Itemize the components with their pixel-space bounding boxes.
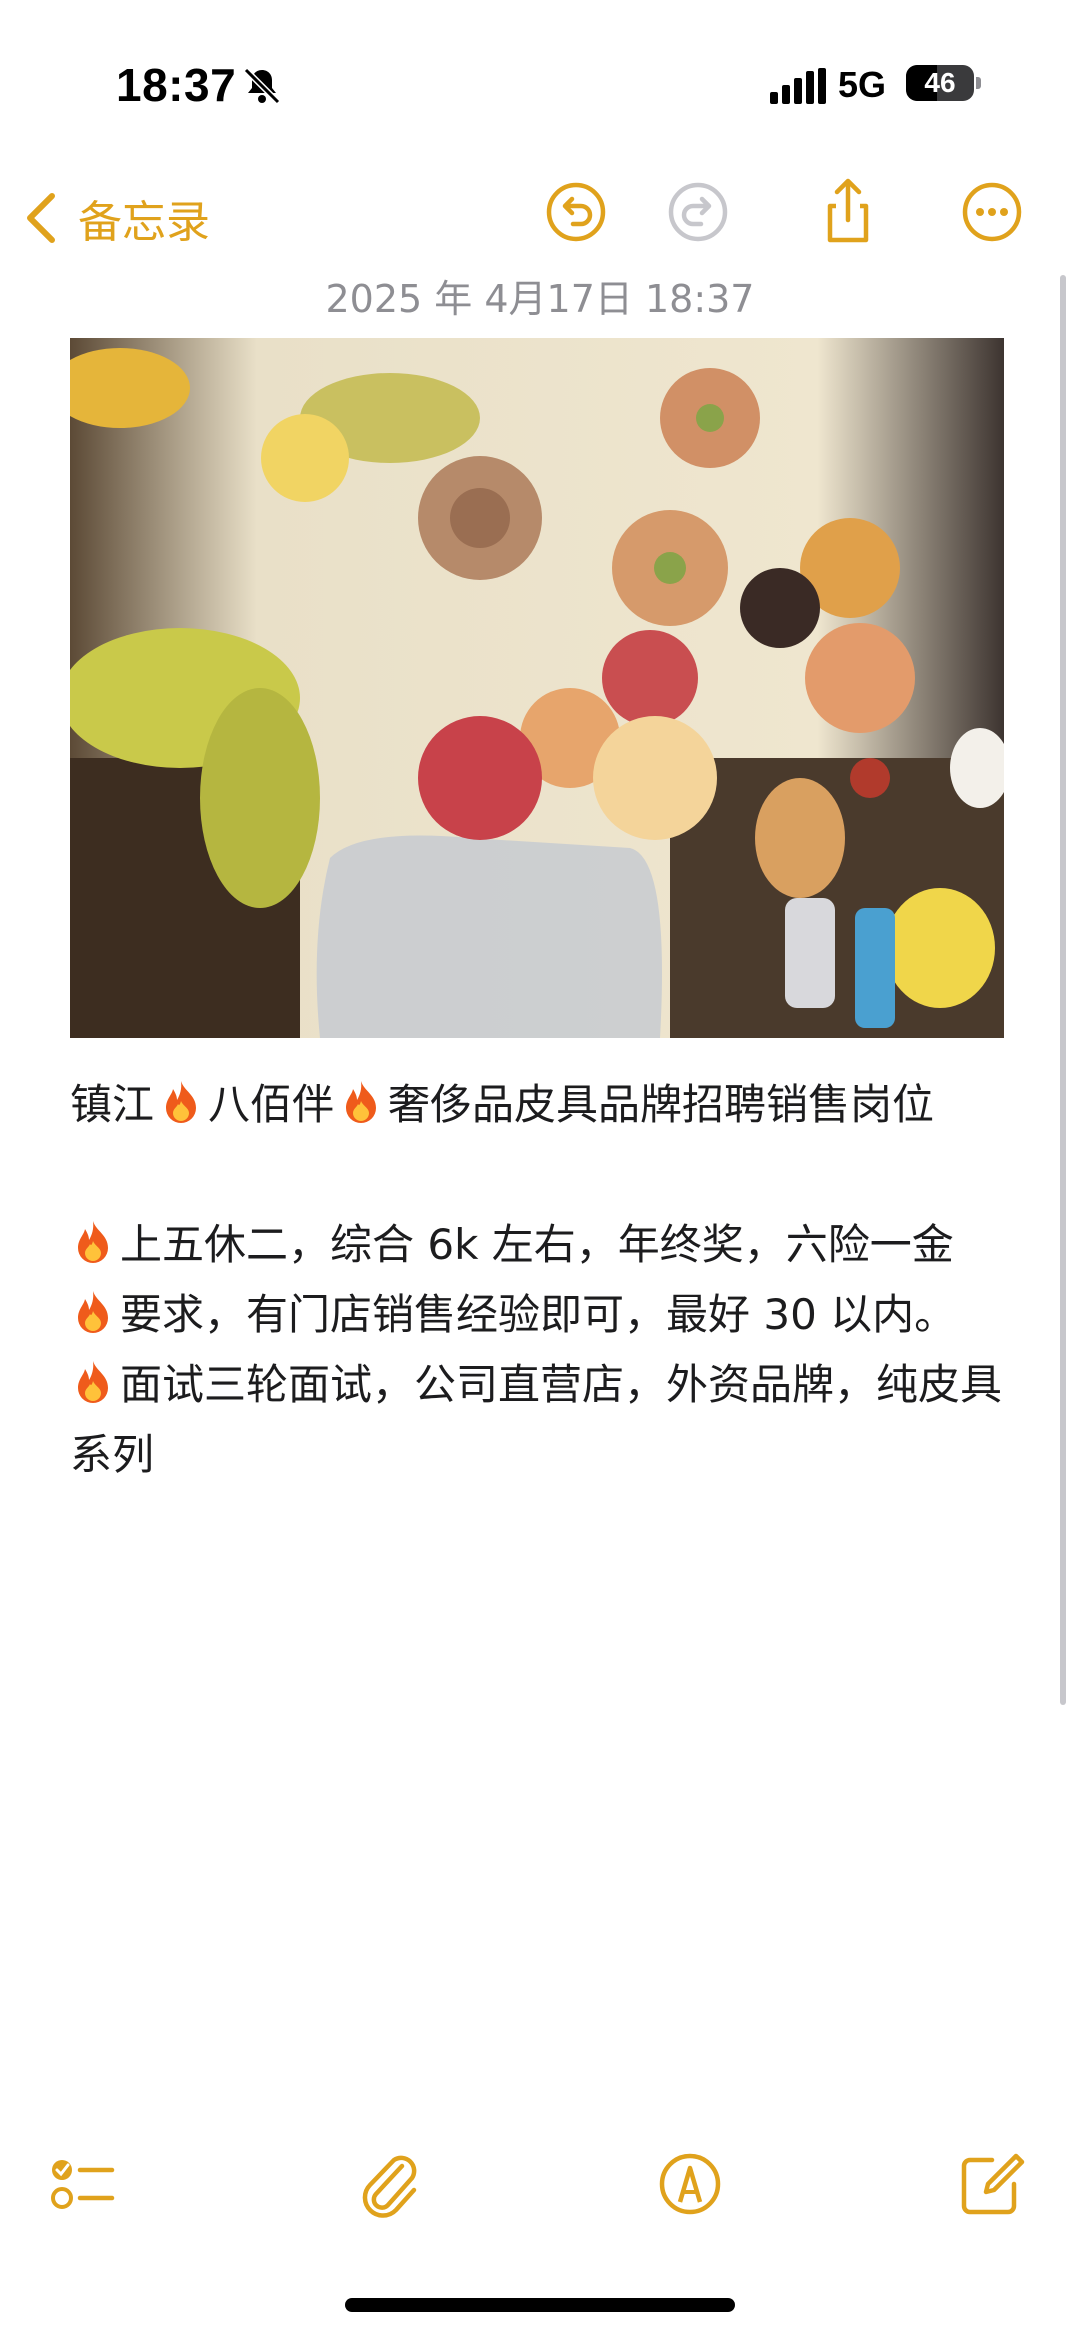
ellipsis-circle-icon[interactable] [956, 176, 1028, 248]
battery-icon: 46 [906, 65, 974, 101]
battery-tip [976, 77, 981, 89]
cellular-signal-icon [770, 68, 826, 104]
paperclip-icon[interactable] [356, 2150, 424, 2218]
note-item-1-text: 上五休二，综合 6k 左右，年终奖，六险一金 [120, 1220, 954, 1269]
redo-icon[interactable] [662, 176, 734, 248]
note-item-2-text: 要求，有门店销售经验即可，最好 30 以内。 [120, 1290, 957, 1339]
share-icon[interactable] [812, 176, 884, 248]
fire-emoji-icon [78, 1361, 108, 1403]
fire-emoji-icon [78, 1221, 108, 1263]
note-title-part-1: 镇江 [70, 1080, 155, 1129]
fire-emoji-icon [166, 1081, 197, 1123]
back-label: 备忘录 [78, 197, 210, 248]
fire-emoji-icon [78, 1291, 108, 1333]
status-bar: 18:37 5G 46 [0, 0, 1080, 170]
note-item-2: 要求，有门店销售经验即可，最好 30 以内。 [70, 1280, 1010, 1350]
network-type: 5G [838, 64, 887, 105]
home-indicator[interactable] [345, 2298, 735, 2312]
scroll-indicator[interactable] [1060, 275, 1066, 1705]
note-body[interactable]: 镇江 八佰伴 奢侈品皮具品牌招聘销售岗位 上五休二，综合 6k 左右，年终奖，六险一… [70, 1070, 1010, 1490]
status-time: 18:37 [116, 59, 237, 111]
note-date: 2025 年 4月17日 18:37 [325, 277, 755, 321]
note-title-line: 镇江 八佰伴 奢侈品皮具品牌招聘销售岗位 [70, 1070, 1010, 1140]
undo-icon[interactable] [540, 176, 612, 248]
checklist-icon[interactable] [48, 2150, 116, 2218]
note-item-3: 面试三轮面试，公司直营店，外资品牌，纯皮具系列 [70, 1350, 1010, 1490]
markup-pen-icon[interactable] [656, 2150, 724, 2218]
bottom-toolbar [0, 2140, 1080, 2240]
note-item-3-text: 面试三轮面试，公司直营店，外资品牌，纯皮具系列 [70, 1360, 1003, 1479]
photo-illustration [70, 338, 1004, 1038]
back-button[interactable]: 备忘录 [20, 178, 210, 258]
bell-slash-icon [243, 67, 281, 105]
flower-bouquet-photo[interactable] [70, 338, 1004, 1038]
battery-level: 46 [924, 67, 956, 98]
note-title-part-3: 奢侈品皮具品牌招聘销售岗位 [388, 1080, 935, 1129]
note-item-1: 上五休二，综合 6k 左右，年终奖，六险一金 [70, 1210, 1010, 1280]
chevron-left-icon [27, 193, 55, 243]
note-title-part-2: 八佰伴 [208, 1080, 335, 1129]
fire-emoji-icon [346, 1081, 377, 1123]
compose-icon[interactable] [958, 2150, 1026, 2218]
